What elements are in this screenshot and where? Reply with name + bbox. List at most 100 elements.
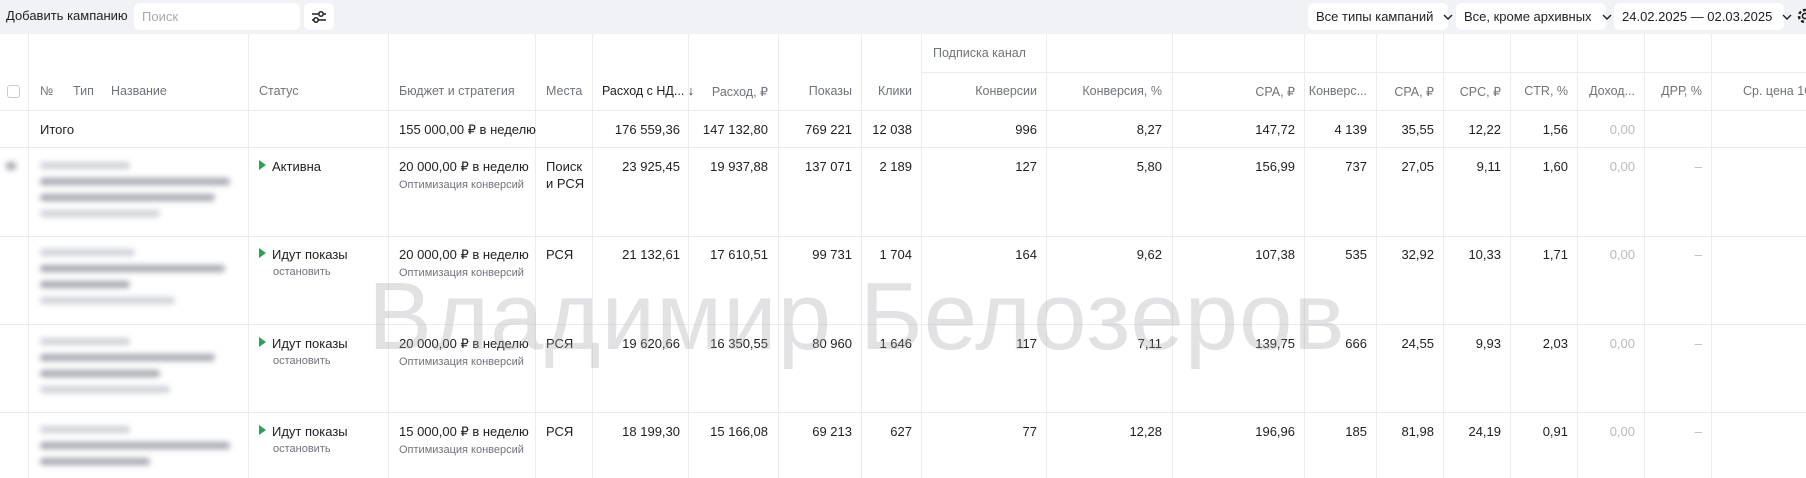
total-cpa-2: 35,55 (1401, 122, 1434, 137)
total-cpc: 12,22 (1468, 122, 1501, 137)
row-budget[interactable]: 20 000,00 ₽ в неделю (399, 159, 529, 175)
row-conversion-rate: 9,62 (1136, 247, 1162, 262)
row-impressions: 99 731 (812, 247, 852, 262)
col-conversions[interactable]: Конверсии (975, 84, 1037, 98)
row-budget[interactable]: 20 000,00 ₽ в неделю (399, 247, 529, 263)
row-places-2: и РСЯ (546, 176, 585, 191)
row-cpa-2: 27,05 (1401, 159, 1434, 174)
col-places[interactable]: Места (546, 84, 582, 98)
row-income: 0,00 (1609, 247, 1635, 262)
col-avg-price[interactable]: Ср. цена 1С (1743, 84, 1806, 98)
sliders-icon (312, 10, 326, 23)
row-spend-vat: 21 132,61 (622, 247, 680, 262)
archive-filter-dropdown[interactable]: Все, кроме архивных (1456, 3, 1612, 30)
row-income: 0,00 (1609, 424, 1635, 439)
col-spend[interactable]: Расход, ₽ (712, 84, 768, 99)
play-icon (259, 337, 266, 347)
row-conversions: 117 (1016, 336, 1037, 351)
select-all-checkbox[interactable] (7, 85, 20, 98)
row-impressions: 137 071 (805, 159, 852, 174)
row-spend: 19 937,88 (710, 159, 768, 174)
col-income[interactable]: Доход... (1589, 84, 1635, 98)
col-cpa-2[interactable]: CPA, ₽ (1394, 84, 1434, 99)
row-cpa: 156,99 (1255, 159, 1295, 174)
row-spend: 17 610,51 (710, 247, 768, 262)
row-cpc: 9,11 (1476, 159, 1501, 174)
row-cpc: 9,93 (1475, 336, 1501, 351)
row-clicks: 1 646 (879, 336, 912, 351)
row-impressions: 80 960 (812, 336, 852, 351)
row-places: РСЯ (546, 336, 574, 351)
group-header-subscription: Подписка канал (933, 46, 1026, 60)
total-cpa: 147,72 (1255, 122, 1295, 137)
total-impressions: 769 221 (805, 122, 852, 137)
campaign-name-blurred[interactable] (40, 426, 240, 474)
campaign-name-blurred[interactable] (40, 338, 240, 402)
col-impressions[interactable]: Показы (809, 84, 852, 98)
campaigns-table: Подписка канал № Тип Название Статус Бюд… (0, 34, 1806, 478)
row-checkbox-blurred[interactable] (6, 162, 16, 179)
col-spend-vat[interactable]: Расход с НД... ↓ (602, 84, 694, 98)
row-budget[interactable]: 15 000,00 ₽ в неделю (399, 424, 529, 440)
row-cpa-2: 81,98 (1401, 424, 1434, 439)
campaign-name-blurred[interactable] (40, 162, 240, 226)
play-icon (259, 425, 266, 435)
archive-filter-value: Все, кроме архивных (1464, 9, 1592, 24)
row-clicks: 2 189 (879, 159, 912, 174)
total-clicks: 12 038 (872, 122, 912, 137)
row-conversion-rate: 12,28 (1129, 424, 1162, 439)
chevron-down-icon (1602, 14, 1612, 20)
status-serving[interactable]: Идут показы (259, 247, 348, 262)
gear-icon[interactable] (1794, 5, 1806, 27)
campaign-name-blurred[interactable] (40, 249, 240, 313)
campaign-types-dropdown[interactable]: Все типы кампаний (1308, 3, 1453, 30)
total-spend: 147 132,80 (702, 122, 768, 137)
col-status[interactable]: Статус (259, 84, 299, 98)
col-clicks[interactable]: Клики (878, 84, 912, 98)
col-budget[interactable]: Бюджет и стратегия (399, 84, 515, 98)
stop-link[interactable]: остановить (273, 355, 331, 367)
search-input[interactable] (134, 3, 300, 30)
col-conversions-2[interactable]: Конверс... (1309, 84, 1367, 98)
row-budget[interactable]: 20 000,00 ₽ в неделю (399, 336, 529, 352)
row-spend-vat: 18 199,30 (622, 424, 680, 439)
row-strategy: Оптимизация конверсий (399, 179, 524, 191)
row-cpa: 139,75 (1255, 336, 1295, 351)
toolbar: Добавить кампанию Все типы кампаний Все,… (0, 0, 1806, 34)
status-serving[interactable]: Идут показы (259, 424, 348, 439)
chevron-down-icon (1443, 14, 1453, 20)
col-type[interactable]: Тип (73, 84, 94, 98)
status-serving[interactable]: Идут показы (259, 336, 348, 351)
row-ctr: 0,91 (1542, 424, 1568, 439)
row-conversions-2: 737 (1345, 159, 1367, 174)
col-name[interactable]: Название (111, 84, 167, 98)
col-cpa[interactable]: CPA, ₽ (1255, 84, 1295, 99)
filter-button[interactable] (304, 3, 334, 30)
add-campaign-button[interactable]: Добавить кампанию (6, 8, 128, 23)
col-ctr[interactable]: CTR, % (1524, 84, 1568, 98)
row-conversions-2: 535 (1345, 247, 1367, 262)
row-cpa: 107,38 (1255, 247, 1295, 262)
stop-link[interactable]: остановить (273, 266, 331, 278)
sort-desc-icon: ↓ (687, 84, 695, 98)
row-drr: – (1694, 424, 1702, 439)
row-drr: – (1694, 336, 1702, 351)
play-icon (259, 160, 266, 170)
stop-link[interactable]: остановить (273, 443, 331, 455)
row-clicks: 627 (890, 424, 912, 439)
col-num[interactable]: № (40, 84, 53, 98)
total-spend-vat: 176 559,36 (614, 122, 680, 137)
row-places: Поиск (546, 159, 583, 174)
status-active[interactable]: Активна (259, 159, 321, 174)
col-cpc[interactable]: CPC, ₽ (1460, 84, 1501, 99)
row-strategy: Оптимизация конверсий (399, 356, 524, 368)
col-drr[interactable]: ДРР, % (1661, 84, 1702, 98)
row-impressions: 69 213 (812, 424, 852, 439)
row-spend-vat: 23 925,45 (622, 159, 680, 174)
total-budget: 155 000,00 ₽ в неделю (399, 122, 536, 137)
date-range-picker[interactable]: 24.02.2025 — 02.03.2025 (1614, 3, 1792, 30)
row-conversions: 77 (1022, 424, 1037, 439)
col-conversion-rate[interactable]: Конверсия, % (1082, 84, 1162, 98)
row-ctr: 1,71 (1542, 247, 1568, 262)
row-spend: 15 166,08 (710, 424, 768, 439)
